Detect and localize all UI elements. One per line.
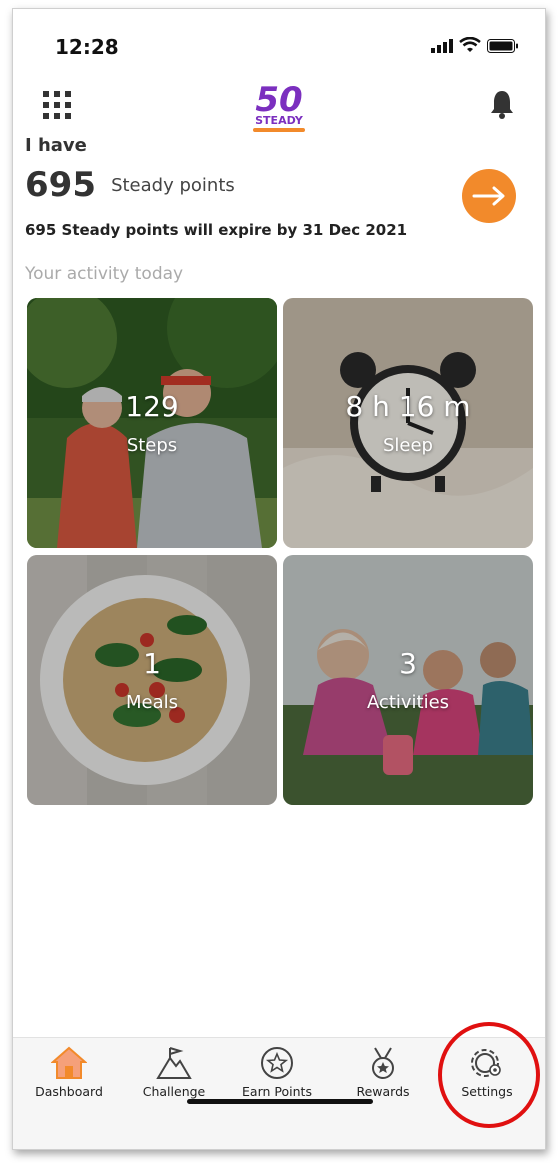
gear-icon: [471, 1049, 501, 1077]
home-icon: [51, 1046, 87, 1079]
points-expiry-notice: 695 Steady points will expire by 31 Dec …: [25, 221, 408, 239]
notification-bell-icon[interactable]: [489, 89, 515, 119]
meals-value: 1: [143, 647, 161, 680]
tab-earn-points[interactable]: Earn Points: [227, 1038, 327, 1118]
mountain-flag-icon: [156, 1047, 192, 1079]
points-value: 695: [25, 165, 96, 205]
fifty-steady-logo: 50 STEADY: [253, 80, 305, 132]
sleep-tile[interactable]: 8 h 16 m Sleep: [283, 298, 533, 548]
tab-dashboard-label: Dashboard: [35, 1084, 103, 1099]
tab-earn-points-label: Earn Points: [242, 1084, 312, 1099]
activities-label: Activities: [366, 692, 450, 713]
steps-value: 129: [125, 390, 179, 423]
sleep-label: Sleep: [382, 435, 433, 456]
logo-word: STEADY: [255, 114, 304, 127]
bottom-tab-bar: Dashboard Challenge Earn Points Rewards …: [13, 1037, 545, 1149]
wifi-icon: [459, 37, 481, 52]
activity-section-title: Your activity today: [25, 264, 184, 284]
tab-dashboard[interactable]: Dashboard: [19, 1038, 119, 1118]
points-label: Steady points: [111, 174, 235, 196]
tab-settings[interactable]: Settings: [437, 1038, 537, 1118]
sleep-value: 8 h 16 m: [345, 390, 471, 423]
tab-rewards[interactable]: Rewards: [333, 1038, 433, 1118]
app-screen: 12:28 50 STEADY I have 695 Steady points…: [12, 8, 546, 1150]
meals-label: Meals: [125, 692, 178, 713]
points-details-button[interactable]: [462, 169, 516, 223]
tab-challenge-label: Challenge: [142, 1084, 206, 1099]
activities-tile[interactable]: 3 Activities: [283, 555, 533, 805]
meals-tile[interactable]: 1 Meals: [27, 555, 277, 805]
status-time: 12:28: [55, 35, 119, 59]
status-bar: 12:28: [13, 9, 545, 79]
apps-grid-icon[interactable]: [43, 91, 71, 119]
activities-value: 3: [399, 647, 417, 680]
battery-icon: [487, 39, 518, 53]
points-intro: I have: [25, 135, 87, 156]
medal-icon: [372, 1047, 394, 1079]
cellular-signal-icon: [431, 39, 453, 53]
tab-rewards-label: Rewards: [356, 1084, 410, 1099]
star-circle-icon: [261, 1047, 293, 1079]
steps-label: Steps: [126, 435, 178, 456]
tab-challenge[interactable]: Challenge: [124, 1038, 224, 1118]
steps-tile[interactable]: 129 Steps: [27, 298, 277, 548]
points-summary: 695 Steady points: [25, 165, 235, 205]
home-indicator: [187, 1099, 373, 1104]
tab-settings-label: Settings: [461, 1084, 513, 1099]
arrow-right-icon: [472, 186, 505, 206]
top-bar: 50 STEADY: [13, 79, 545, 139]
